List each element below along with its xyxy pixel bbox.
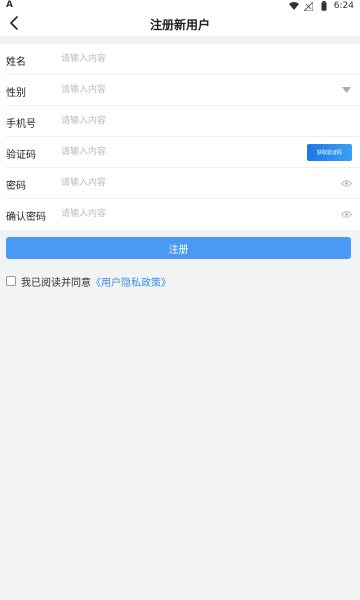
caret-down-icon[interactable] <box>340 85 352 95</box>
form-row-code: 验证码 获取验证码 <box>6 137 360 168</box>
name-input[interactable] <box>61 50 291 68</box>
form-row-name: 姓名 <box>6 44 360 75</box>
code-input[interactable] <box>61 143 291 161</box>
confirm-password-label: 确认密码 <box>6 212 46 223</box>
status-time: 6:24 <box>333 1 354 11</box>
form-row-phone: 手机号 <box>6 106 360 137</box>
eye-icon[interactable] <box>340 178 352 188</box>
register-form: 姓名 性别 手机号 验证码 获取验证码 密码 确认密码 <box>0 44 360 230</box>
page-title: 注册新用户 <box>149 18 210 32</box>
app-header: 注册新用户 <box>0 12 360 36</box>
gender-label: 性别 <box>6 88 26 99</box>
privacy-policy-link[interactable]: 《用户隐私政策》 <box>91 274 171 289</box>
form-row-confirm-password: 确认密码 <box>6 199 360 230</box>
password-input[interactable] <box>61 174 291 192</box>
status-app-label: A <box>6 0 13 10</box>
code-label: 验证码 <box>6 150 36 161</box>
phone-input[interactable] <box>61 112 291 130</box>
battery-icon <box>319 1 329 11</box>
agreement-checkbox[interactable] <box>6 276 16 286</box>
name-label: 姓名 <box>6 57 26 68</box>
no-signal-icon <box>304 1 314 11</box>
eye-icon[interactable] <box>340 209 352 219</box>
empty-content-area <box>0 296 360 600</box>
agreement-row: 我已阅读并同意 《用户隐私政策》 <box>6 274 171 289</box>
register-button[interactable]: 注册 <box>6 237 351 259</box>
status-icons: 6:24 <box>288 0 354 12</box>
get-code-button[interactable]: 获取验证码 <box>307 144 352 161</box>
phone-label: 手机号 <box>6 119 36 130</box>
form-row-gender: 性别 <box>6 75 360 106</box>
wifi-icon <box>288 1 299 11</box>
agreement-text: 我已阅读并同意 <box>21 277 91 289</box>
password-label: 密码 <box>6 181 26 192</box>
status-bar: A 6:24 <box>0 0 360 12</box>
form-row-password: 密码 <box>6 168 360 199</box>
gender-input[interactable] <box>61 81 291 99</box>
confirm-password-input[interactable] <box>61 205 291 223</box>
